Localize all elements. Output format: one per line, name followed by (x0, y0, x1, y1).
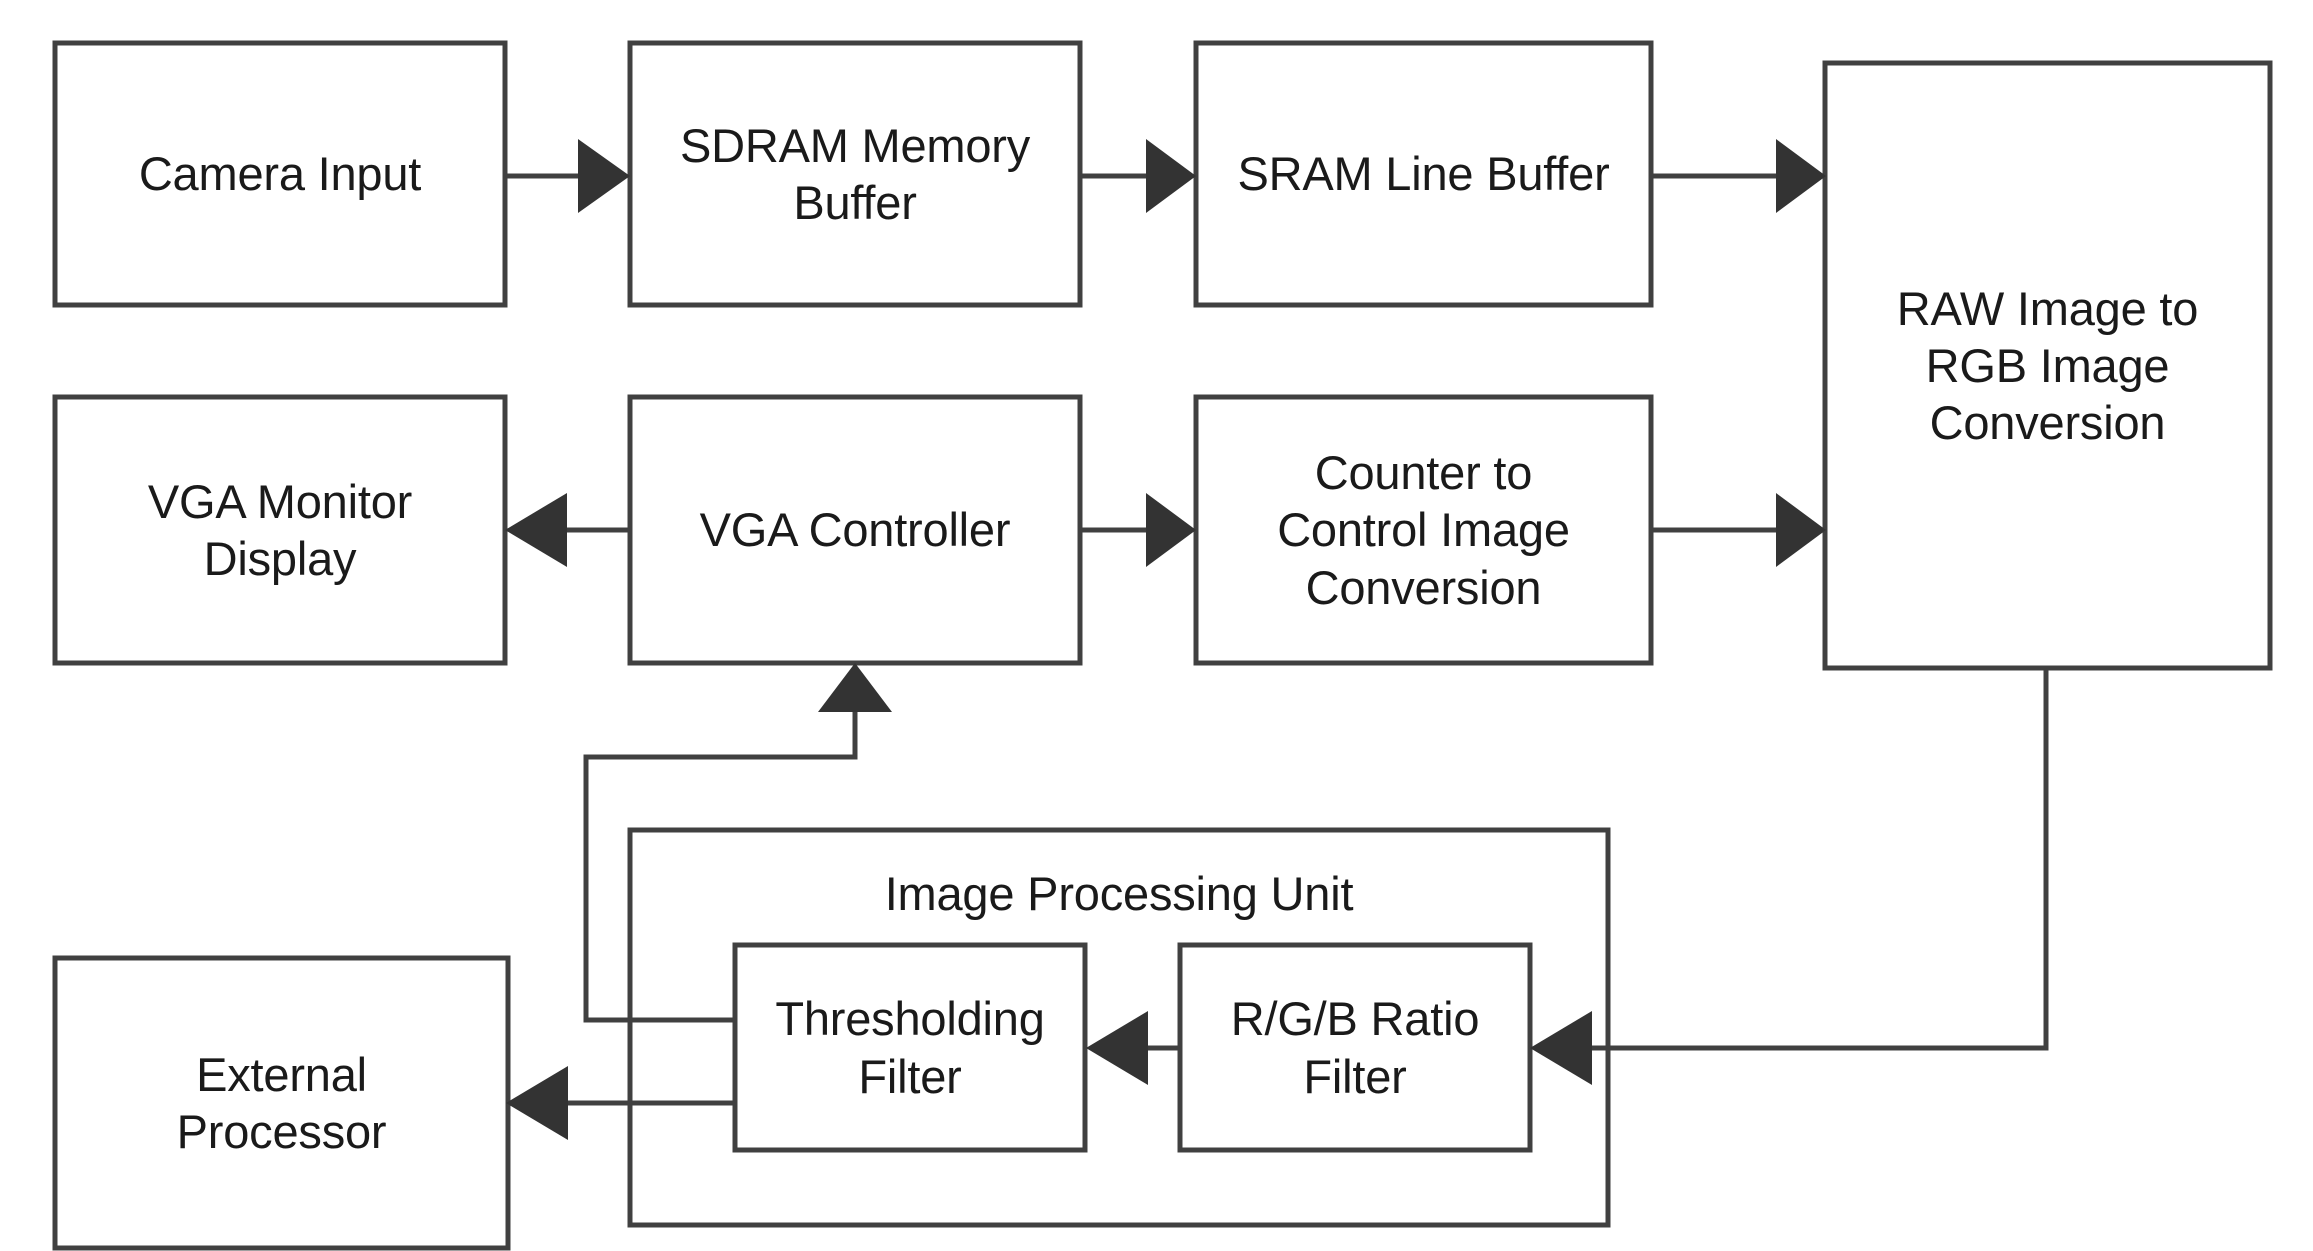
connector-counter-to-raw (1651, 493, 1826, 567)
connector-sram-to-raw (1651, 139, 1826, 213)
node-box-vga-controller[interactable] (627, 394, 1083, 666)
node-box-sdram-memory-buffer[interactable] (627, 40, 1083, 308)
node-box-sram-line-buffer[interactable] (1193, 40, 1654, 308)
node-box-thresholding-filter[interactable] (732, 942, 1088, 1153)
node-box-camera-input[interactable] (52, 40, 508, 308)
connector-sdram-to-sram (1080, 139, 1196, 213)
node-box-rgb-ratio-filter[interactable] (1177, 942, 1533, 1153)
node-box-vga-monitor-display[interactable] (52, 394, 508, 666)
diagram-svg (52, 40, 2273, 1251)
connector-vgactrl-to-counter (1080, 493, 1196, 567)
connector-vgactrl-to-monitor (505, 493, 630, 567)
node-box-external-processor[interactable] (52, 955, 511, 1251)
node-box-raw-to-rgb-conversion[interactable] (1822, 60, 2273, 671)
block-diagram-canvas: Camera Input SDRAM Memory Buffer SRAM Li… (0, 0, 2313, 1251)
connector-camera-to-sdram (505, 139, 630, 213)
node-box-counter-control-image-conversion[interactable] (1193, 394, 1654, 666)
